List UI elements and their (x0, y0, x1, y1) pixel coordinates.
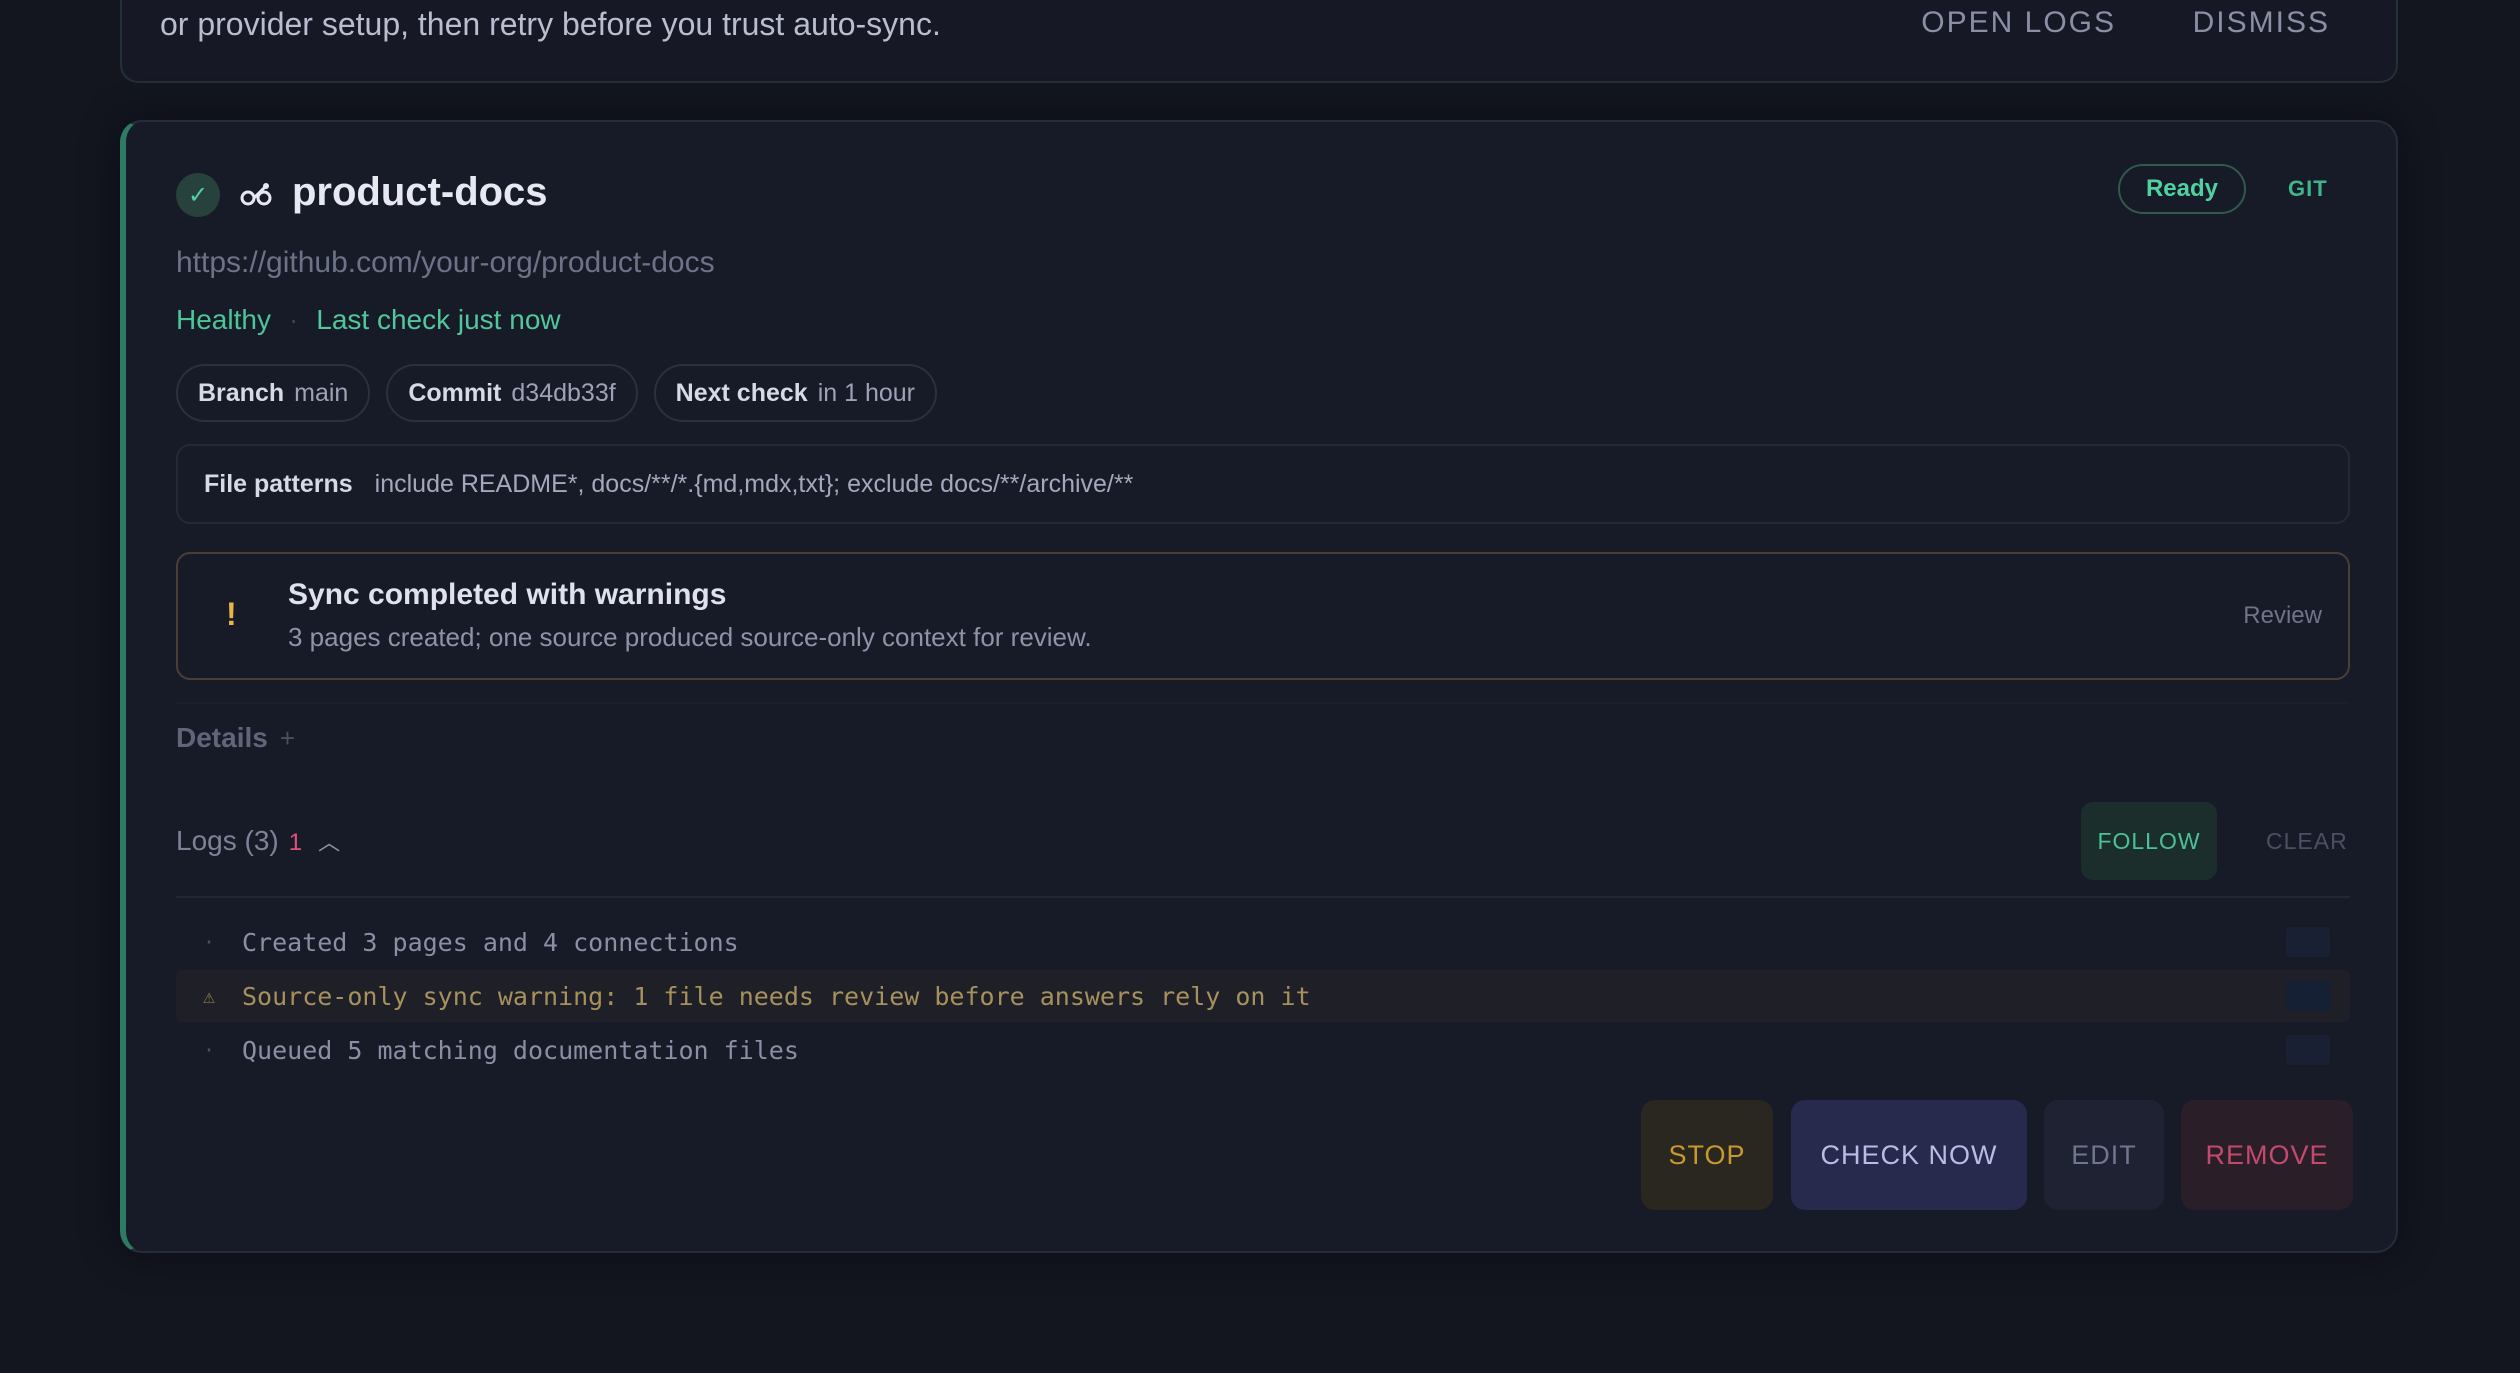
source-type-tag: GIT (2288, 176, 2328, 201)
warning-subtitle: 3 pages created; one source produced sou… (288, 622, 1092, 652)
warning-icon: ⚠ (202, 984, 216, 1008)
open-logs-button[interactable]: OPEN LOGS (1921, 6, 2116, 40)
banner-message: or provider setup, then retry before you… (160, 6, 941, 42)
divider (176, 896, 2350, 898)
chip-branch: Branch main (176, 364, 371, 422)
check-now-button[interactable]: CHECK NOW (1791, 1100, 2027, 1210)
repo-url[interactable]: https://github.com/your-org/product-docs (176, 246, 715, 280)
clear-button[interactable]: CLEAR (2266, 828, 2348, 855)
log-message: Created 3 pages and 4 connections (242, 927, 739, 957)
git-icon (240, 183, 272, 206)
details-label: Details (176, 722, 268, 753)
plus-icon: + (279, 723, 296, 753)
log-message: Source-only sync warning: 1 file needs r… (242, 981, 1311, 1011)
bullet-icon: · (202, 930, 216, 954)
chip-label: Commit (408, 378, 502, 407)
log-message: Queued 5 matching documentation files (242, 1035, 799, 1065)
chip-label: Branch (198, 378, 285, 407)
check-icon: ✓ (176, 173, 220, 217)
chip-value: in 1 hour (817, 378, 915, 407)
chip-value: d34db33f (511, 378, 616, 407)
copy-icon[interactable] (2286, 981, 2330, 1011)
file-patterns-label: File patterns (204, 469, 353, 498)
chip-label: Next check (675, 378, 808, 407)
sync-warning: ! Sync completed with warnings 3 pages c… (176, 552, 2350, 680)
sync-error-banner: or provider setup, then retry before you… (120, 0, 2398, 83)
log-row: · Queued 5 matching documentation files (176, 1024, 2350, 1076)
chevron-up-icon: ︿ (318, 830, 341, 855)
chip-commit: Commit d34db33f (386, 364, 638, 422)
separator: · (288, 304, 299, 335)
copy-icon[interactable] (2286, 927, 2330, 957)
copy-icon[interactable] (2286, 1035, 2330, 1065)
chip-next-check: Next check in 1 hour (653, 364, 937, 422)
status-badge: Ready (2118, 164, 2246, 214)
logs-toggle[interactable]: Logs (3) 1 ︿ (176, 825, 340, 857)
details-toggle[interactable]: Details + (176, 722, 295, 754)
bullet-icon: · (202, 1038, 216, 1062)
warning-title: Sync completed with warnings (288, 578, 727, 611)
follow-button[interactable]: FOLLOW (2081, 802, 2217, 880)
last-check: Last check just now (316, 304, 561, 335)
health-status: Healthy (176, 304, 271, 335)
warning-count-badge: 1 (288, 829, 303, 856)
chip-value: main (294, 378, 349, 407)
review-link[interactable]: Review (2243, 602, 2322, 630)
source-card: ✓ product-docs Ready GIT https://github.… (120, 120, 2398, 1253)
log-row: ⚠ Source-only sync warning: 1 file needs… (176, 970, 2350, 1022)
meta-chips: Branch main Commit d34db33f Next check in 1… (176, 364, 937, 422)
edit-button[interactable]: EDIT (2044, 1100, 2164, 1210)
dismiss-button[interactable]: DISMISS (2193, 6, 2330, 40)
warning-icon: ! (226, 596, 237, 632)
stop-button[interactable]: STOP (1641, 1100, 1773, 1210)
log-row: · Created 3 pages and 4 connections (176, 916, 2350, 968)
logs-label: Logs (3) (176, 825, 279, 856)
file-patterns-value: include README*, docs/**/*.{md,mdx,txt};… (374, 469, 1134, 498)
divider (176, 702, 2350, 704)
health-line: Healthy · Last check just now (176, 304, 561, 336)
source-name: product-docs (292, 170, 548, 214)
file-patterns: File patterns include README*, docs/**/*… (176, 444, 2350, 524)
remove-button[interactable]: REMOVE (2181, 1100, 2353, 1210)
